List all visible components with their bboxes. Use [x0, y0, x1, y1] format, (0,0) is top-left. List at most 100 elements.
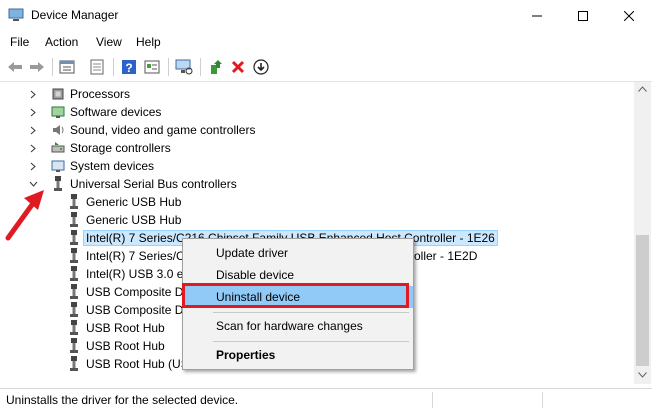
disable-icon	[253, 59, 269, 75]
processor-icon	[50, 86, 66, 102]
uninstall-icon	[231, 60, 245, 74]
details-icon	[144, 60, 160, 74]
ctx-update-driver[interactable]: Update driver	[183, 242, 413, 264]
tree-category-software-devices[interactable]: Software devices	[28, 103, 161, 121]
menu-bar: File Action View Help	[0, 31, 652, 53]
expand-chevron-icon[interactable]	[28, 89, 38, 99]
device-label-suffix: oller - 1E2D	[414, 249, 478, 263]
menu-view[interactable]: View	[96, 35, 122, 49]
usb-device-icon	[66, 338, 82, 354]
scroll-up-icon[interactable]	[638, 86, 647, 92]
device-label: Generic USB Hub	[86, 195, 182, 209]
tree-category-storage[interactable]: Storage controllers	[28, 139, 171, 157]
scan-hardware-icon	[175, 59, 193, 75]
window-title: Device Manager	[31, 8, 119, 22]
tree-category-system-devices[interactable]: System devices	[28, 157, 154, 175]
expand-chevron-icon[interactable]	[28, 143, 38, 153]
minimize-button[interactable]	[514, 0, 560, 31]
tree-device-row[interactable]: USB Root Hub	[66, 337, 165, 355]
menu-action[interactable]: Action	[45, 35, 78, 49]
expand-chevron-icon[interactable]	[28, 107, 38, 117]
usb-device-icon	[66, 194, 82, 210]
update-driver-button[interactable]	[207, 58, 225, 76]
ctx-properties[interactable]: Properties	[183, 344, 413, 366]
ctx-separator	[213, 341, 409, 342]
scroll-down-icon[interactable]	[638, 372, 647, 378]
device-label: Intel(R) 7 Series/C2	[86, 249, 192, 263]
status-divider	[542, 392, 543, 408]
system-device-icon	[50, 158, 66, 174]
annotation-highlight-box	[182, 283, 409, 308]
expand-chevron-icon[interactable]	[28, 125, 38, 135]
tree-device-row[interactable]: USB Root Hub	[66, 319, 165, 337]
tree-device-row[interactable]: Intel(R) USB 3.0 eX	[66, 265, 191, 283]
tree-category-processors[interactable]: Processors	[28, 85, 130, 103]
sound-icon	[50, 122, 66, 138]
tree-device-row[interactable]: Intel(R) 7 Series/C2	[66, 247, 191, 265]
device-label: USB Root Hub	[86, 321, 165, 335]
usb-device-icon	[66, 248, 82, 264]
annotation-arrow-icon	[5, 190, 44, 241]
usb-device-icon	[66, 212, 82, 228]
title-bar: Device Manager	[0, 0, 652, 31]
status-divider	[432, 392, 433, 408]
usb-device-icon	[66, 266, 82, 282]
svg-text:?: ?	[125, 61, 132, 75]
forward-icon	[30, 62, 44, 72]
maximize-button[interactable]	[560, 0, 606, 31]
usb-device-icon	[66, 230, 82, 246]
back-button[interactable]	[6, 58, 24, 76]
vertical-scrollbar[interactable]	[634, 82, 651, 384]
category-label: Processors	[70, 87, 131, 101]
device-label: Generic USB Hub	[86, 213, 182, 227]
menu-help[interactable]: Help	[136, 35, 161, 49]
back-icon	[8, 62, 22, 72]
minimize-icon	[532, 15, 542, 16]
usb-device-icon	[66, 302, 82, 318]
scan-hardware-button[interactable]	[175, 58, 193, 76]
usb-device-icon	[66, 320, 82, 336]
device-label: USB Root Hub (US	[86, 357, 189, 371]
device-label: USB Composite De	[86, 285, 191, 299]
device-label: Intel(R) USB 3.0 eX	[86, 267, 192, 281]
status-text: Uninstalls the driver for the selected d…	[6, 393, 239, 407]
software-device-icon	[50, 104, 66, 120]
close-icon	[624, 10, 634, 21]
properties-toolbar-button[interactable]	[58, 58, 76, 76]
menu-file[interactable]: File	[10, 35, 29, 49]
ctx-separator	[213, 312, 409, 313]
show-hidden-button[interactable]	[88, 58, 106, 76]
ctx-scan-hardware[interactable]: Scan for hardware changes	[183, 315, 413, 337]
properties-icon	[59, 60, 75, 74]
device-label: USB Root Hub	[86, 339, 165, 353]
view-hidden-icon	[90, 59, 104, 75]
scrollbar-thumb[interactable]	[636, 235, 649, 366]
help-toolbar-button[interactable]: ?	[120, 58, 138, 76]
toolbar: ?	[0, 53, 652, 82]
tree-device-row[interactable]: USB Composite De	[66, 283, 190, 301]
update-driver-icon	[211, 60, 222, 74]
status-bar: Uninstalls the driver for the selected d…	[0, 388, 652, 411]
storage-icon	[50, 140, 66, 156]
forward-button[interactable]	[28, 58, 46, 76]
maximize-icon	[578, 10, 588, 21]
uninstall-button[interactable]	[229, 58, 247, 76]
category-label: Sound, video and game controllers	[70, 123, 256, 137]
disable-button[interactable]	[252, 58, 270, 76]
category-label: Universal Serial Bus controllers	[70, 177, 237, 191]
tree-device-row[interactable]: Generic USB Hub	[66, 193, 181, 211]
category-label: Software devices	[70, 105, 162, 119]
close-button[interactable]	[606, 0, 652, 31]
tree-device-row[interactable]: USB Root Hub (US	[66, 355, 189, 373]
device-label: USB Composite De	[86, 303, 191, 317]
details-toolbar-button[interactable]	[143, 58, 161, 76]
help-icon: ?	[122, 60, 136, 75]
tree-device-row[interactable]: USB Composite De	[66, 301, 190, 319]
tree-category-sound[interactable]: Sound, video and game controllers	[28, 121, 255, 139]
usb-device-icon	[66, 356, 82, 372]
category-label: Storage controllers	[70, 141, 171, 155]
tree-device-row[interactable]: Generic USB Hub	[66, 211, 181, 229]
usb-device-icon	[66, 284, 82, 300]
expand-chevron-icon[interactable]	[28, 161, 38, 171]
device-manager-icon	[8, 8, 24, 21]
